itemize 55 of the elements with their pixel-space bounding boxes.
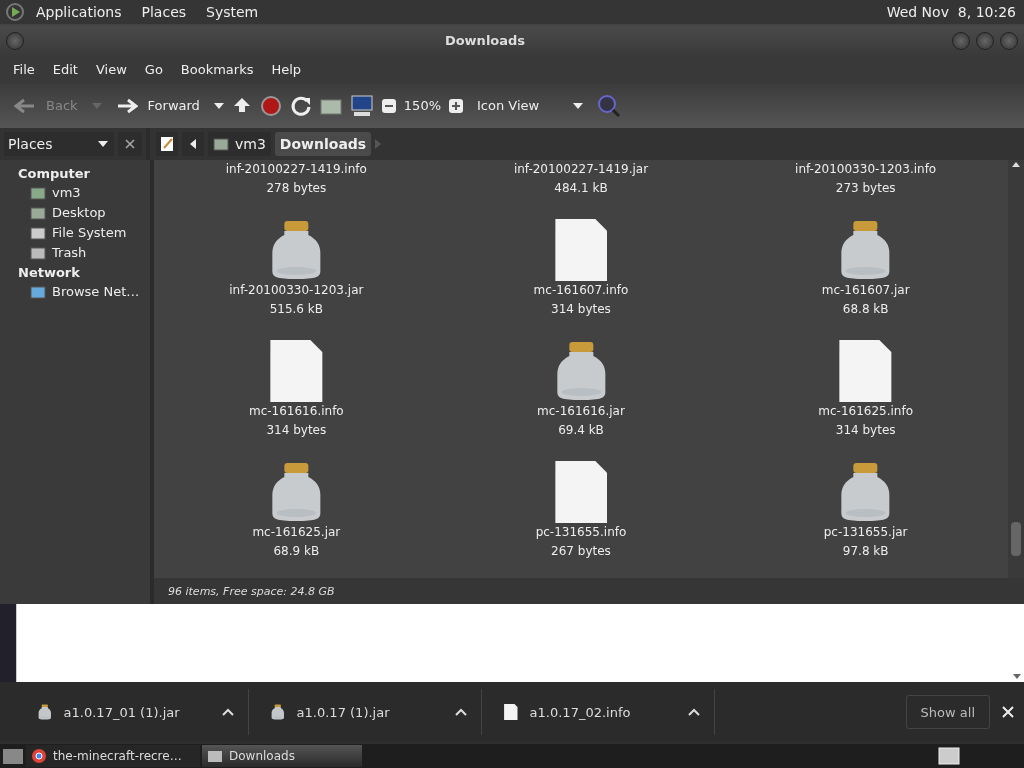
show-all-button[interactable]: Show all: [905, 695, 990, 730]
sidebar-item[interactable]: vm3: [0, 182, 150, 203]
download-item[interactable]: a1.0.17_01 (1).jar: [16, 689, 249, 736]
file-size: 68.9 kB: [273, 542, 320, 560]
panel-menu[interactable]: Applications: [28, 3, 130, 20]
file-name[interactable]: mc-161616.jar: [537, 401, 625, 421]
download-item[interactable]: a1.0.17 (1).jar: [249, 689, 482, 736]
sidebar-item[interactable]: Desktop: [0, 202, 150, 223]
file-name[interactable]: inf-20100330-1203.jar: [229, 280, 364, 300]
file-size: 267 bytes: [551, 542, 611, 560]
sidebar-heading: Network: [17, 263, 81, 282]
file-name[interactable]: pc-131655.info: [535, 522, 627, 542]
menu-item[interactable]: Edit: [43, 62, 87, 78]
taskbar-button[interactable]: Downloads: [202, 745, 362, 768]
sidebar-item[interactable]: Trash: [0, 242, 150, 263]
sidebar-item[interactable]: Browse Net…: [0, 281, 150, 302]
clock: Wed Nov 8, 10:26: [886, 3, 1017, 20]
file-name[interactable]: mc-161607.info: [533, 280, 629, 300]
path-crumb[interactable]: Downloads: [274, 131, 372, 156]
menu-item[interactable]: Bookmarks: [171, 62, 263, 78]
menu-item[interactable]: Help: [262, 62, 311, 78]
file-size: 97.8 kB: [842, 542, 889, 560]
file-name[interactable]: mc-161616.info: [248, 401, 344, 421]
menu-item[interactable]: File: [4, 62, 44, 78]
view-selector[interactable]: Icon View: [471, 96, 589, 116]
file-name[interactable]: mc-161625.info: [818, 401, 914, 421]
panel-menu[interactable]: Places: [133, 3, 195, 20]
file-name[interactable]: inf-20100330-1203.info: [795, 159, 937, 179]
file-name[interactable]: mc-161625.jar: [252, 522, 341, 542]
file-size: 278 bytes: [266, 179, 327, 197]
path-crumb[interactable]: vm3: [208, 131, 271, 156]
file-size: 68.8 kB: [842, 300, 889, 318]
taskbar-button[interactable]: the-minecraft-recre…: [26, 745, 200, 768]
status-bar: 96 items, Free space: 24.8 GB: [154, 578, 1024, 605]
file-name[interactable]: mc-161607.jar: [821, 280, 910, 300]
panel-menu[interactable]: System: [198, 3, 267, 20]
sidebar-selector[interactable]: Places: [4, 131, 114, 156]
file-size: 515.6 kB: [269, 300, 323, 318]
window-title: Downloads: [443, 33, 527, 49]
file-size: 273 bytes: [835, 179, 896, 197]
file-size: 69.4 kB: [558, 421, 604, 439]
zoom-level: 150%: [403, 98, 441, 114]
file-size: 314 bytes: [551, 300, 611, 318]
file-size: 314 bytes: [266, 421, 327, 439]
download-item[interactable]: a1.0.17_02.info: [482, 689, 715, 736]
forward-button[interactable]: Forward: [109, 95, 206, 116]
menu-item[interactable]: View: [86, 62, 136, 78]
sidebar-item[interactable]: File System: [0, 222, 150, 243]
menu-item[interactable]: Go: [135, 62, 172, 78]
file-size: 484.1 kB: [554, 179, 608, 197]
sidebar-heading: Computer: [17, 164, 92, 183]
file-name[interactable]: inf-20100227-1419.info: [225, 159, 367, 179]
file-name[interactable]: inf-20100227-1419.jar: [513, 159, 649, 179]
file-name[interactable]: pc-131655.jar: [823, 522, 908, 542]
file-size: 314 bytes: [835, 421, 896, 439]
